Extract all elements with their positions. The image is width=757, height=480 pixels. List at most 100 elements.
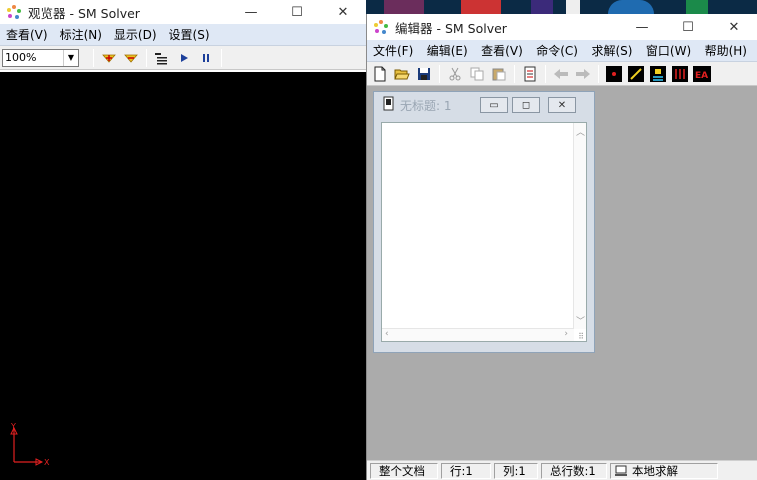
line-tool-button[interactable] [625, 64, 647, 84]
solve-button[interactable] [647, 64, 669, 84]
status-row: 行:1 [441, 462, 491, 479]
menu-solve[interactable]: 求解(S) [585, 42, 638, 59]
zoom-out-button[interactable] [120, 48, 142, 68]
menu-file[interactable]: 文件(F) [367, 42, 419, 59]
pause-icon [203, 53, 209, 62]
cut-button[interactable] [444, 64, 466, 84]
copy-button[interactable] [466, 64, 488, 84]
scroll-right-icon[interactable]: › [564, 329, 568, 339]
maximize-button[interactable]: ☐ [665, 14, 711, 40]
script-button[interactable] [519, 64, 541, 84]
paste-button[interactable] [488, 64, 510, 84]
menu-annotate[interactable]: 标注(N) [54, 26, 108, 43]
desktop-background [366, 0, 757, 14]
constraints-icon [672, 65, 688, 82]
document-title: 无标题: 1 [400, 98, 452, 113]
desktop-icon-3 [531, 0, 553, 14]
point-icon [606, 65, 622, 82]
svg-text:EA: EA [695, 71, 708, 81]
zoom-in-button[interactable] [98, 48, 120, 68]
zoom-value: 100% [5, 51, 37, 64]
scroll-down-icon[interactable]: ﹀ [576, 314, 585, 327]
script-icon [524, 66, 536, 81]
ea-icon: EA [693, 65, 711, 82]
menu-view[interactable]: 查看(V) [0, 26, 54, 43]
document-titlebar[interactable]: 无标题: 1 ▭ ◻ ✕ [374, 92, 594, 118]
zoom-select[interactable]: 100% ▼ [2, 48, 79, 67]
vertical-scrollbar[interactable]: ︿ ﹀ [573, 123, 586, 329]
cut-icon [449, 67, 461, 80]
document-text-area[interactable]: ︿ ﹀ ‹ › ⠿ [381, 122, 587, 342]
zoom-out-icon [124, 54, 138, 63]
scroll-up-icon[interactable]: ︿ [576, 125, 585, 138]
mdi-workspace: 无标题: 1 ▭ ◻ ✕ ︿ ﹀ ‹ › ⠿ [367, 87, 755, 460]
status-total-rows: 总行数:1 [541, 462, 607, 479]
ea-button[interactable]: EA [691, 64, 713, 84]
forward-button[interactable] [572, 64, 594, 84]
editor-toolbar: EA [367, 62, 757, 86]
editor-titlebar[interactable]: 编辑器 - SM Solver — ☐ ✕ [367, 14, 757, 40]
solve-icon [650, 65, 666, 82]
app-logo-icon [373, 19, 389, 35]
back-button[interactable] [550, 64, 572, 84]
editor-title: 编辑器 - SM Solver [395, 20, 507, 36]
open-folder-icon [394, 69, 410, 79]
editor-menubar: 文件(F) 编辑(E) 查看(V) 命令(C) 求解(S) 窗口(W) 帮助(H… [367, 40, 757, 62]
document-minimize-button[interactable]: ▭ [480, 97, 508, 113]
arrow-right-icon [576, 68, 590, 79]
point-tool-button[interactable] [603, 64, 625, 84]
editor-window: 编辑器 - SM Solver — ☐ ✕ 文件(F) 编辑(E) 查看(V) … [366, 14, 757, 480]
chevron-down-icon[interactable]: ▼ [63, 49, 78, 66]
toggle-list-icon [155, 52, 167, 64]
maximize-button[interactable]: ☐ [274, 0, 320, 24]
copy-icon [470, 67, 484, 80]
minimize-button[interactable]: — [619, 14, 665, 40]
document-close-button[interactable]: ✕ [548, 97, 576, 113]
desktop-icon-1 [384, 0, 424, 14]
desktop-icon-5 [608, 0, 654, 14]
status-col: 列:1 [494, 462, 538, 479]
close-button[interactable]: ✕ [320, 0, 366, 24]
toggle-list-button[interactable] [151, 48, 173, 68]
status-mode-label: 本地求解 [632, 463, 678, 478]
status-scope: 整个文档 [370, 462, 438, 479]
x-axis-label: X [44, 458, 50, 467]
toolbar-separator [439, 64, 440, 83]
play-button[interactable] [173, 48, 195, 68]
status-mode: 本地求解 [610, 462, 718, 479]
toolbar-separator [598, 64, 599, 83]
menu-command[interactable]: 命令(C) [530, 42, 584, 59]
close-icon: ✕ [557, 99, 567, 111]
menu-view[interactable]: 查看(V) [475, 42, 529, 59]
horizontal-scrollbar[interactable]: ‹ › [382, 328, 574, 341]
scroll-left-icon[interactable]: ‹ [385, 329, 389, 339]
paste-icon [492, 68, 506, 80]
menu-window[interactable]: 窗口(W) [640, 42, 697, 59]
viewer-toolbar: 100% ▼ [0, 46, 366, 70]
minimize-button[interactable]: — [228, 0, 274, 24]
document-maximize-button[interactable]: ◻ [512, 97, 540, 113]
pause-button[interactable] [195, 48, 217, 68]
play-icon [181, 53, 188, 62]
toolbar-separator [545, 64, 546, 83]
menu-help[interactable]: 帮助(H) [699, 42, 753, 59]
viewer-menubar: 查看(V) 标注(N) 显示(D) 设置(S) [0, 24, 366, 46]
line-icon [628, 65, 644, 82]
menu-edit[interactable]: 编辑(E) [421, 42, 474, 59]
constraints-button[interactable] [669, 64, 691, 84]
menu-settings[interactable]: 设置(S) [163, 26, 216, 43]
restore-icon: ◻ [521, 99, 531, 111]
viewer-canvas[interactable]: Y X [0, 72, 366, 480]
computer-icon [615, 465, 627, 476]
save-button[interactable] [413, 64, 435, 84]
editor-statusbar: 整个文档 行:1 列:1 总行数:1 本地求解 [367, 460, 757, 480]
resize-grip-icon[interactable]: ⠿ [578, 332, 584, 341]
open-file-button[interactable] [391, 64, 413, 84]
close-button[interactable]: ✕ [711, 14, 757, 40]
toolbar-separator [514, 64, 515, 83]
new-file-button[interactable] [369, 64, 391, 84]
arrow-left-icon [554, 68, 568, 79]
viewer-titlebar[interactable]: 观览器 - SM Solver — ☐ ✕ [0, 0, 366, 24]
menu-display[interactable]: 显示(D) [108, 26, 163, 43]
desktop-icon-4 [566, 0, 580, 14]
